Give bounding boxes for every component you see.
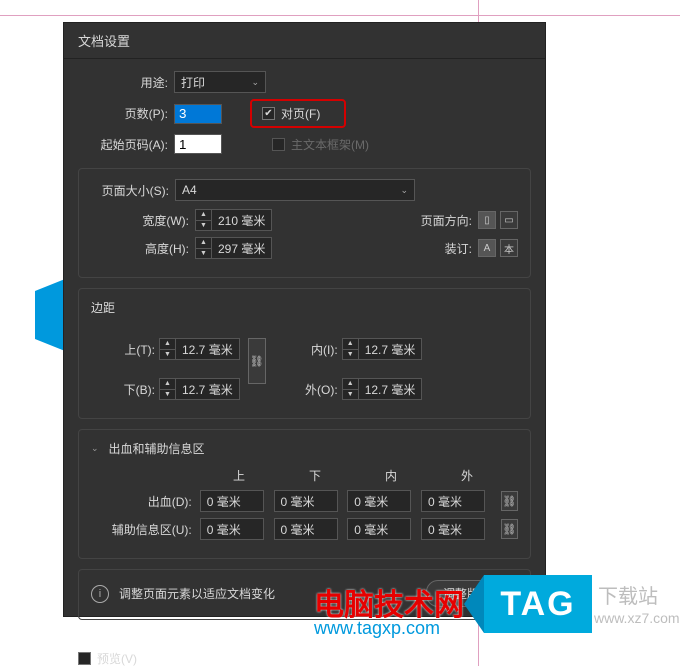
page-size-select[interactable]: A4 ⌄ [175,179,415,201]
margin-inside-label: 内(I): [294,341,338,358]
disclosure-down-icon[interactable]: ⌄ [91,443,99,454]
link-slug-icon[interactable]: ⛓ [501,519,519,539]
checkbox-unchecked-icon [272,138,285,151]
margin-top-label: 上(T): [91,341,155,358]
bleed-top-input[interactable]: 0 毫米 [200,490,264,512]
orientation-landscape-button[interactable]: ▭ [500,211,518,229]
master-frame-label: 主文本框架(M) [291,136,369,153]
facing-pages-checkbox[interactable]: ✔ 对页(F) [262,105,320,122]
link-bleed-icon[interactable]: ⛓ [501,491,519,511]
width-stepper[interactable]: ▲▼ 210 毫米 [195,209,272,231]
chevron-down-icon: ⌄ [251,77,259,88]
margin-inside-stepper[interactable]: ▲▼ 12.7 毫米 [342,338,423,360]
watermark-url: www.tagxp.com [314,618,440,639]
page-size-value: A4 [182,183,197,197]
margin-bottom-stepper[interactable]: ▲▼ 12.7 毫米 [159,378,240,400]
page-size-panel: 页面大小(S): A4 ⌄ 宽度(W): ▲▼ 210 毫米 页面方向: ▯ [78,168,531,278]
bleed-label: 出血(D): [91,493,198,510]
master-frame-checkbox: 主文本框架(M) [272,136,369,153]
page-size-label: 页面大小(S): [91,182,169,199]
stepper-up-icon[interactable]: ▲ [196,210,211,221]
slug-outside-input[interactable]: 0 毫米 [421,518,485,540]
pages-input[interactable] [174,104,222,124]
height-value[interactable]: 297 毫米 [211,237,272,259]
watermark-right-url: www.xz7.com [594,610,680,626]
col-top: 上 [201,467,277,484]
intent-label: 用途: [78,74,168,91]
margin-outside-stepper[interactable]: ▲▼ 12.7 毫米 [342,378,423,400]
margin-bottom-label: 下(B): [91,381,155,398]
start-page-label: 起始页码(A): [78,136,168,153]
width-label: 宽度(W): [91,212,189,229]
bleed-outside-input[interactable]: 0 毫米 [421,490,485,512]
adjust-info-text: 调整页面元素以适应文档变化 [119,585,275,602]
orientation-label: 页面方向: [421,212,472,229]
dialog-title: 文档设置 [64,23,545,59]
info-icon: i [91,585,109,603]
pages-label: 页数(P): [78,105,168,122]
col-inside: 内 [353,467,429,484]
margin-top-stepper[interactable]: ▲▼ 12.7 毫米 [159,338,240,360]
checkbox-checked-icon: ✔ [262,107,275,120]
preview-checkbox[interactable]: 预览(V) [78,650,137,667]
col-bottom: 下 [277,467,353,484]
document-setup-dialog: 文档设置 用途: 打印 ⌄ 页数(P): ✔ 对页(F) [63,22,546,617]
preview-label: 预览(V) [97,650,137,667]
col-outside: 外 [429,467,505,484]
facing-pages-label: 对页(F) [281,105,320,122]
stepper-up-icon[interactable]: ▲ [196,238,211,249]
slug-label: 辅助信息区(U): [91,521,198,538]
width-value[interactable]: 210 毫米 [211,209,272,231]
link-margins-icon[interactable]: ⛓ [248,338,266,384]
checkbox-unchecked-icon [78,652,91,665]
start-page-input[interactable] [174,134,222,154]
margins-title: 边距 [91,299,518,316]
stepper-down-icon[interactable]: ▼ [196,221,211,231]
tag-badge: TAG [484,575,592,633]
bleed-inside-input[interactable]: 0 毫米 [347,490,411,512]
intent-select[interactable]: 打印 ⌄ [174,71,266,93]
bleed-title: 出血和辅助信息区 [109,440,205,457]
chevron-down-icon: ⌄ [400,185,408,196]
binding-left-button[interactable]: A [478,239,496,257]
slug-inside-input[interactable]: 0 毫米 [347,518,411,540]
margins-panel: 边距 上(T): ▲▼ 12.7 毫米 ⛓ 内(I): ▲▼ 12.7 毫米 [78,288,531,419]
bleed-bottom-input[interactable]: 0 毫米 [274,490,338,512]
binding-label: 装订: [445,240,472,257]
bleed-slug-panel: ⌄ 出血和辅助信息区 上 下 内 外 出血(D): 0 毫米 0 毫米 0 毫米… [78,429,531,559]
watermark-right: 下载站 [598,580,658,609]
highlight-box: ✔ 对页(F) [250,99,346,128]
slug-top-input[interactable]: 0 毫米 [200,518,264,540]
stepper-down-icon[interactable]: ▼ [196,249,211,259]
slug-bottom-input[interactable]: 0 毫米 [274,518,338,540]
height-label: 高度(H): [91,240,189,257]
margin-outside-label: 外(O): [294,381,338,398]
binding-right-button[interactable]: 本 [500,239,518,257]
orientation-portrait-button[interactable]: ▯ [478,211,496,229]
height-stepper[interactable]: ▲▼ 297 毫米 [195,237,272,259]
intent-value: 打印 [181,74,205,91]
